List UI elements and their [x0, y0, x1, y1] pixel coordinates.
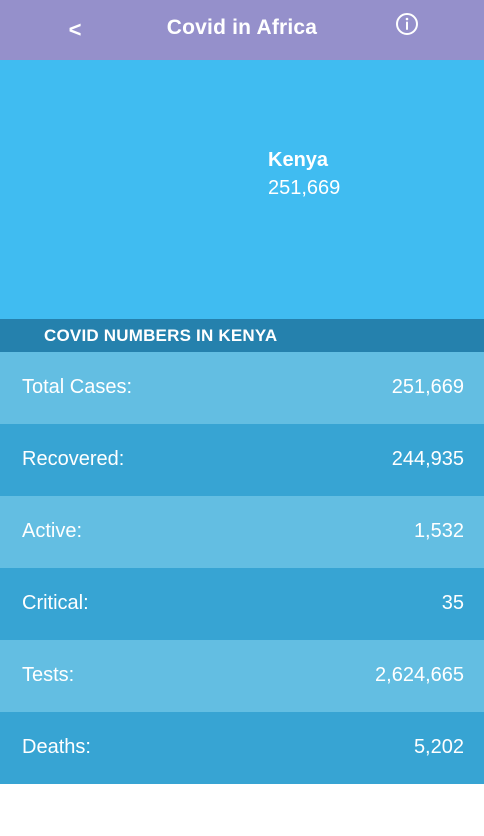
- info-button[interactable]: [395, 12, 419, 36]
- hero-country-name: Kenya: [268, 149, 329, 171]
- stat-label: Recovered:: [22, 448, 125, 470]
- stat-label: Critical:: [22, 592, 89, 614]
- info-circle-icon: [396, 13, 418, 35]
- app-bar: < Covid in Africa: [0, 0, 484, 60]
- stat-row-recovered: Recovered: 244,935: [0, 424, 484, 496]
- stat-label: Active:: [22, 520, 83, 542]
- section-header: COVID NUMBERS IN KENYA: [0, 319, 484, 352]
- stat-value: 251,669: [391, 376, 464, 398]
- stat-value: 35: [441, 592, 464, 614]
- stat-row-critical: Critical: 35: [0, 568, 484, 640]
- stat-value: 5,202: [413, 736, 464, 758]
- hero-total-cases: 251,669: [268, 177, 341, 199]
- country-hero: Kenya 251,669: [0, 60, 484, 319]
- stat-label: Deaths:: [22, 736, 91, 758]
- stat-label: Tests:: [22, 664, 75, 686]
- stat-row-tests: Tests: 2,624,665: [0, 640, 484, 712]
- stat-row-total-cases: Total Cases: 251,669: [0, 352, 484, 424]
- stat-label: Total Cases:: [22, 376, 133, 398]
- stat-value: 2,624,665: [375, 664, 464, 686]
- stats-list: Total Cases: 251,669 Recovered: 244,935 …: [0, 352, 484, 784]
- stat-value: 1,532: [413, 520, 464, 542]
- section-title: COVID NUMBERS IN KENYA: [44, 326, 278, 345]
- stat-value: 244,935: [391, 448, 464, 470]
- stat-row-active: Active: 1,532: [0, 496, 484, 568]
- stat-row-deaths: Deaths: 5,202: [0, 712, 484, 784]
